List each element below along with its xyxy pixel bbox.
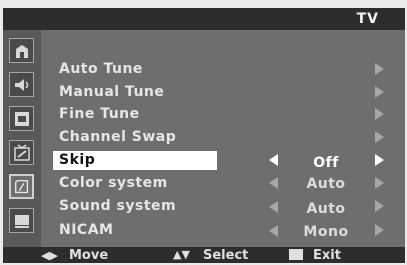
arrow-left-icon[interactable] (269, 154, 278, 166)
arrow-right-icon (375, 131, 384, 143)
select-icon: ▲▼ (173, 248, 190, 261)
footer-exit-label: Exit (313, 248, 341, 263)
arrow-left-icon (269, 201, 278, 213)
setup-icon[interactable] (9, 140, 34, 165)
menu-item-auto-tune[interactable]: Auto Tune (55, 60, 215, 79)
menu-title: TV (356, 11, 379, 27)
arrow-right-icon[interactable] (375, 154, 384, 166)
move-icon: ◀▶ (41, 249, 58, 262)
channel-menu-panel: Auto Tune Manual Tune Fine Tune Channel … (41, 30, 405, 247)
tv-osd-menu: TV Auto Tune Manual Tune Fine Tune Chann… (3, 8, 405, 263)
application-icon[interactable] (9, 208, 34, 233)
input-icon[interactable] (9, 174, 34, 199)
arrow-left-icon (269, 225, 278, 237)
sidebar (3, 30, 41, 247)
footer-select-label: Select (203, 248, 249, 263)
footer-move-label: Move (69, 248, 109, 263)
title-bar: TV (3, 8, 405, 30)
sound-system-value: Auto (306, 201, 346, 217)
menu-item-color-system[interactable]: Color system (55, 174, 215, 193)
arrow-right-icon (375, 224, 384, 236)
nicam-value: Mono (303, 224, 349, 240)
menu-item-fine-tune[interactable]: Fine Tune (55, 105, 215, 124)
arrow-right-icon (375, 177, 384, 189)
menu-item-channel-swap[interactable]: Channel Swap (55, 128, 215, 147)
picture-icon[interactable] (9, 38, 34, 63)
arrow-right-icon (375, 86, 384, 98)
menu-item-manual-tune[interactable]: Manual Tune (55, 83, 215, 102)
arrow-right-icon (375, 63, 384, 75)
menu-button-icon (289, 249, 303, 260)
arrow-left-icon (269, 177, 278, 189)
menu-item-sound-system[interactable]: Sound system (55, 197, 215, 216)
skip-value: Off (313, 155, 339, 171)
sound-icon[interactable] (9, 72, 34, 97)
arrow-right-icon (375, 108, 384, 120)
menu-item-nicam[interactable]: NICAM (55, 221, 215, 240)
channel-icon[interactable] (9, 106, 34, 131)
menu-item-skip[interactable]: Skip (53, 151, 217, 170)
arrow-right-icon (375, 200, 384, 212)
footer-help-bar: ◀▶ Move ▲▼ Select Exit (3, 247, 405, 263)
color-system-value: Auto (306, 176, 346, 192)
